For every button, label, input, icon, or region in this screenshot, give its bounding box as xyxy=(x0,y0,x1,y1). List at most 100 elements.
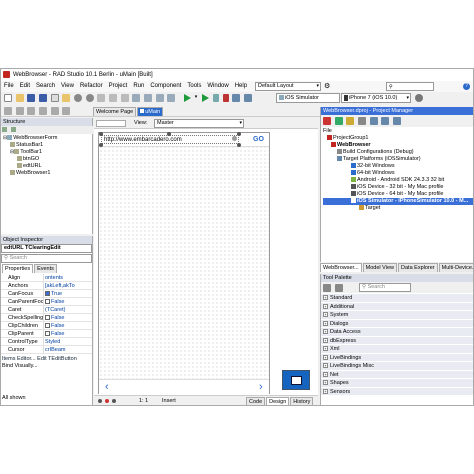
tab-model-view[interactable]: Model View xyxy=(362,263,398,272)
sync-icon[interactable] xyxy=(334,117,343,125)
palette-category[interactable]: + Shapes xyxy=(321,379,473,388)
undo-icon[interactable] xyxy=(74,94,83,102)
tab-umain[interactable]: uMain xyxy=(137,107,164,116)
palette-category[interactable]: + LiveBindings Misc xyxy=(321,362,473,371)
property-row[interactable]: CanFocus True xyxy=(1,290,92,298)
new-file-icon[interactable] xyxy=(4,94,12,102)
platform-win64-node[interactable]: 64-bit Windows xyxy=(323,170,473,177)
gear-icon[interactable]: ⚙ xyxy=(324,82,330,91)
menu-component[interactable]: Component xyxy=(147,81,184,92)
toolbar-component[interactable]: http://www.embarcadero.com GO xyxy=(99,132,269,147)
project-group-node[interactable]: ProjectGroup1 xyxy=(323,135,473,142)
device-combo[interactable]: iPhone 7 (iOS 10.0) ▾ xyxy=(341,93,411,103)
selection-handle[interactable] xyxy=(167,132,171,136)
structure-down-icon[interactable] xyxy=(10,127,16,132)
remove-file-icon[interactable] xyxy=(167,94,176,102)
checkbox[interactable] xyxy=(45,299,50,305)
checkbox[interactable] xyxy=(45,315,50,321)
tab-properties[interactable]: Properties xyxy=(2,264,34,273)
structure-node-statusbar[interactable]: StatusBar1 xyxy=(3,142,57,149)
property-row[interactable]: ClipChildren False xyxy=(1,322,92,330)
run-dropdown-icon[interactable]: ▾ xyxy=(195,94,199,102)
selection-handle[interactable] xyxy=(99,132,103,136)
align-bottom-icon[interactable] xyxy=(62,107,71,115)
palette-category[interactable]: + System xyxy=(321,311,473,320)
tab-data-explorer[interactable]: Data Explorer xyxy=(398,263,438,272)
clear-button-icon[interactable] xyxy=(232,136,237,141)
form-preview-thumbnail[interactable] xyxy=(282,370,310,390)
forward-arrow-icon[interactable]: › xyxy=(259,380,263,394)
palette-category[interactable]: + Additional xyxy=(321,302,473,311)
tab-history[interactable]: History xyxy=(290,397,314,405)
palette-category[interactable]: + Dialogs xyxy=(321,319,473,328)
structure-up-icon[interactable] xyxy=(2,127,7,132)
selection-handle[interactable] xyxy=(237,143,241,147)
layout-combo[interactable]: Default Layout ▾ xyxy=(255,82,321,91)
palette-categories-icon[interactable] xyxy=(323,284,331,292)
structure-node-webbrowser[interactable]: WebBrowser1 xyxy=(3,170,57,177)
activate-icon[interactable] xyxy=(323,117,331,125)
go-button[interactable]: GO xyxy=(253,135,264,144)
palette-category[interactable]: + Sensors xyxy=(321,387,473,396)
align-middle-icon[interactable] xyxy=(50,107,59,115)
settings-icon[interactable] xyxy=(415,94,423,102)
palette-filter-icon[interactable] xyxy=(334,284,343,292)
paste-icon[interactable] xyxy=(120,94,129,102)
style-selector-icon[interactable] xyxy=(96,120,126,127)
open-folder-icon[interactable] xyxy=(15,94,24,102)
palette-category[interactable]: + dbExpress xyxy=(321,336,473,345)
property-row[interactable]: ControlType Styled xyxy=(1,338,92,346)
open-project-icon[interactable] xyxy=(62,94,71,102)
platform-ios-simulator-node[interactable]: iOS Simulator - iPhoneSimulator 10.0 - M… xyxy=(323,198,473,205)
pause-icon[interactable] xyxy=(213,94,220,102)
bind-visually-link[interactable]: Bind Visually... xyxy=(2,363,92,370)
property-row[interactable]: CanParentFocusFalse xyxy=(1,298,92,306)
structure-node-toolbar[interactable]: ⊟ ToolBar1 xyxy=(3,149,57,156)
build-config-node[interactable]: Build Configurations (Debug) xyxy=(323,149,473,156)
align-center-icon[interactable] xyxy=(15,107,24,115)
checkbox[interactable] xyxy=(45,291,50,297)
property-row[interactable]: Caret (TCaret) xyxy=(1,306,92,314)
save-all-icon[interactable] xyxy=(39,94,48,102)
menu-edit[interactable]: Edit xyxy=(17,81,33,92)
menu-refactor[interactable]: Refactor xyxy=(77,81,106,92)
close-file-icon[interactable] xyxy=(50,94,59,102)
selection-handle[interactable] xyxy=(99,143,103,147)
add-file-icon[interactable] xyxy=(155,94,164,102)
palette-category[interactable]: + Xml xyxy=(321,345,473,354)
tab-multi-device[interactable]: Multi-Device... xyxy=(438,263,473,272)
ide-search-input[interactable]: ⚲ xyxy=(386,82,434,91)
run-icon[interactable] xyxy=(184,94,192,102)
align-top-icon[interactable] xyxy=(39,107,48,115)
platform-ios32-node[interactable]: iOS Device - 32 bit - My Mac profile xyxy=(323,184,473,191)
stop-icon[interactable] xyxy=(222,94,229,102)
platform-win32-node[interactable]: 32-bit Windows xyxy=(323,163,473,170)
tab-code[interactable]: Code xyxy=(246,397,266,405)
checkbox[interactable] xyxy=(45,331,50,337)
help-icon[interactable]: ? xyxy=(463,83,470,90)
palette-category[interactable]: + Standard xyxy=(321,294,473,303)
toggle-form-icon[interactable] xyxy=(132,94,141,102)
menu-project[interactable]: Project xyxy=(106,81,131,92)
menu-tools[interactable]: Tools xyxy=(184,81,204,92)
property-row[interactable]: Cursor crIBeam xyxy=(1,346,92,354)
form-canvas[interactable]: http://www.embarcadero.com GO ‹ › xyxy=(98,132,270,394)
menu-search[interactable]: Search xyxy=(33,81,58,92)
back-arrow-icon[interactable]: ‹ xyxy=(105,380,109,394)
project-node[interactable]: WebBrowser xyxy=(323,142,473,149)
selection-handle[interactable] xyxy=(237,132,241,136)
platform-ios64-node[interactable]: iOS Device - 64 bit - My Mac profile xyxy=(323,191,473,198)
options-icon[interactable] xyxy=(369,117,378,125)
platform-android-node[interactable]: Android - Android SDK 24.3.3 32 bit xyxy=(323,177,473,184)
tab-welcome-page[interactable]: Welcome Page xyxy=(93,107,137,116)
object-selector[interactable]: edtURL TClearingEdit xyxy=(1,244,92,253)
save-icon[interactable] xyxy=(27,94,36,102)
property-row[interactable]: CheckSpelling False xyxy=(1,314,92,322)
align-left-icon[interactable] xyxy=(4,107,12,115)
palette-category[interactable]: + Data Access xyxy=(321,328,473,337)
collapse-icon[interactable] xyxy=(393,117,402,125)
checkbox[interactable] xyxy=(45,323,50,329)
palette-category[interactable]: + LiveBindings xyxy=(321,353,473,362)
view-unit-icon[interactable] xyxy=(144,94,153,102)
step-over-icon[interactable] xyxy=(232,94,241,102)
